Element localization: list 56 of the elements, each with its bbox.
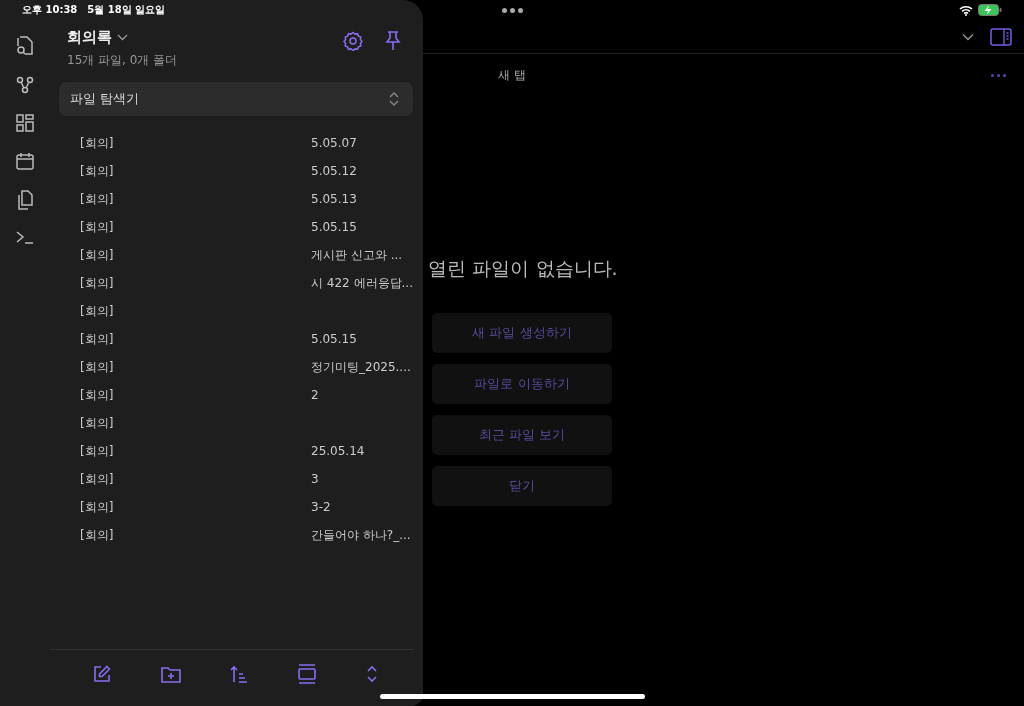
sort-icon[interactable] [230,665,249,683]
more-icon[interactable] [991,73,1006,77]
battery-charging-icon [978,4,1002,16]
file-name-tail[interactable]: 5.05.12 [311,164,357,178]
file-name-tail[interactable]: 5.05.07 [311,136,357,150]
file-name-tail[interactable]: 2 [311,388,319,402]
empty-state-message: 열린 파일이 없습니다. [428,256,618,281]
file-name-tail[interactable]: 5.05.15 [311,332,357,346]
file-name-tail[interactable]: 25.05.14 [311,444,365,458]
file-name-prefix[interactable]: [회의] [80,358,114,376]
file-name-prefix[interactable]: [회의] [80,274,114,292]
file-search-icon[interactable] [16,36,34,56]
file-name-prefix[interactable]: [회의] [80,190,114,208]
file-name-tail[interactable]: 3-2 [311,500,331,514]
file-name-prefix[interactable]: [회의] [80,470,114,488]
file-name-prefix[interactable]: [회의] [80,442,114,460]
file-name-tail[interactable]: 정기미팅_2025.... [311,358,411,376]
file-name-prefix[interactable]: [회의] [80,162,114,180]
settings-icon[interactable] [343,31,363,51]
vault-switcher[interactable]: 회의록 [67,28,178,47]
graph-icon[interactable] [16,76,34,94]
file-name-prefix[interactable]: [회의] [80,302,114,320]
view-select[interactable]: 파일 탐색기 [59,82,413,116]
file-name-prefix[interactable]: [회의] [80,134,114,152]
file-name-tail[interactable]: 3 [311,472,319,486]
status-date: 5월 18일 일요일 [87,3,166,17]
chevron-down-icon[interactable] [962,32,974,41]
pin-icon[interactable] [385,31,401,51]
sidebar-toggle-icon[interactable] [990,27,1012,46]
copy-icon[interactable] [16,190,34,210]
file-name-tail[interactable]: 간들어야 하나?_... [311,526,411,544]
file-name-tail[interactable]: 5.05.13 [311,192,357,206]
file-name-prefix[interactable]: [회의] [80,526,114,544]
wifi-icon [959,4,973,16]
grid-icon[interactable] [16,114,34,132]
tab[interactable]: 새 탭 [490,62,534,88]
file-name-prefix[interactable]: [회의] [80,386,114,404]
file-name-tail[interactable]: 게시판 신고와 ... [311,246,403,264]
expand-icon[interactable] [366,665,379,683]
file-name-prefix[interactable]: [회의] [80,246,114,264]
file-name-tail[interactable]: 5.05.15 [311,220,357,234]
chevron-down-icon[interactable] [117,34,128,41]
collapse-icon[interactable] [298,664,317,684]
status-time: 오후 10:38 [22,3,78,17]
file-name-prefix[interactable]: [회의] [80,330,114,348]
file-name-prefix[interactable]: [회의] [80,498,114,516]
calendar-icon[interactable] [16,152,34,170]
file-name-prefix[interactable]: [회의] [80,218,114,236]
folder-plus-icon[interactable] [160,665,181,683]
file-name-tail[interactable]: 시 422 에러응답... [311,274,413,292]
file-name-prefix[interactable]: [회의] [80,414,114,432]
file-count: 15개 파일, 0개 폴더 [67,52,178,69]
up-down-chevron-icon[interactable] [389,92,399,106]
terminal-icon[interactable] [16,230,34,244]
edit-icon[interactable] [92,665,111,683]
multitasking-dots-icon[interactable] [501,7,523,13]
